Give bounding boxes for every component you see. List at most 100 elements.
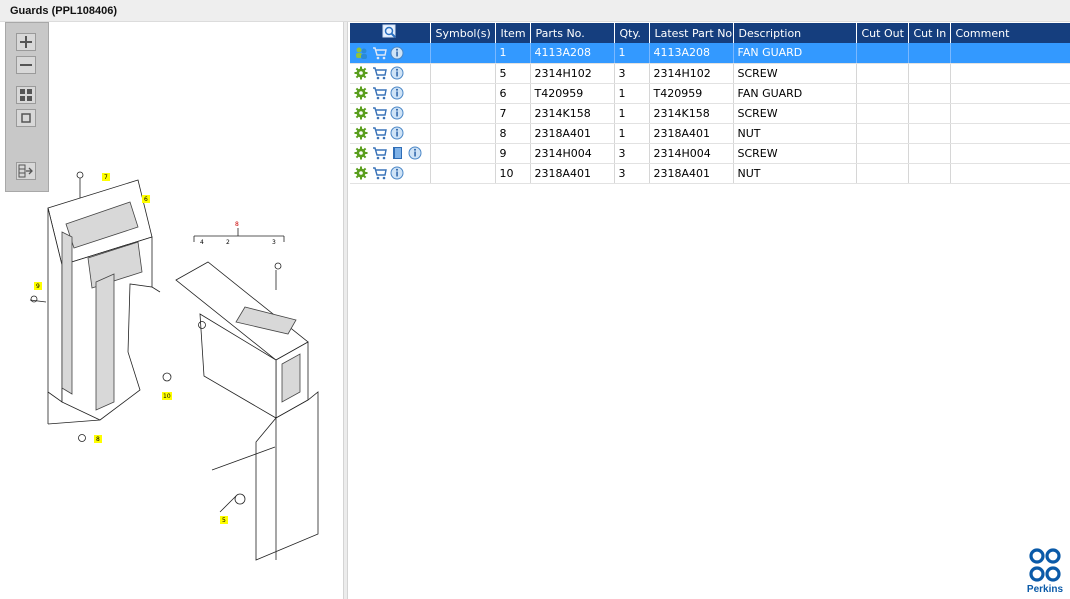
- description-cell[interactable]: FAN GUARD: [733, 83, 857, 104]
- cut-in-cell[interactable]: [908, 123, 951, 144]
- cut-out-cell[interactable]: [856, 123, 909, 144]
- table-row[interactable]: 5 2314H102 3 2314H102 SCREW: [350, 63, 1070, 84]
- cut-out-cell[interactable]: [856, 143, 909, 164]
- qty-cell[interactable]: 1: [614, 83, 650, 104]
- column-header-comment[interactable]: Comment: [950, 23, 1070, 43]
- comment-cell[interactable]: [950, 43, 1070, 64]
- info-icon[interactable]: [390, 86, 405, 100]
- callout-7[interactable]: 7: [104, 174, 108, 181]
- cut-out-cell[interactable]: [856, 63, 909, 84]
- cart-icon[interactable]: [372, 66, 387, 80]
- latest-part-no-cell[interactable]: 2314H102: [649, 63, 734, 84]
- item-cell[interactable]: 10: [495, 163, 531, 184]
- cut-out-cell[interactable]: [856, 103, 909, 124]
- users-icon[interactable]: [354, 46, 369, 60]
- column-header-cut-out[interactable]: Cut Out: [856, 23, 909, 43]
- gear-icon[interactable]: [354, 166, 369, 180]
- part-no-cell[interactable]: 2314H004: [530, 143, 615, 164]
- info-icon[interactable]: [390, 166, 405, 180]
- cut-in-cell[interactable]: [908, 143, 951, 164]
- part-no-cell[interactable]: 4113A208: [530, 43, 615, 64]
- cut-out-cell[interactable]: [856, 83, 909, 104]
- info-icon[interactable]: [390, 66, 405, 80]
- cut-out-cell[interactable]: [856, 43, 909, 64]
- book-icon[interactable]: [390, 146, 405, 160]
- description-cell[interactable]: SCREW: [733, 103, 857, 124]
- symbols-cell[interactable]: [430, 163, 496, 184]
- part-no-cell[interactable]: 2314K158: [530, 103, 615, 124]
- comment-cell[interactable]: [950, 123, 1070, 144]
- qty-cell[interactable]: 1: [614, 103, 650, 124]
- description-cell[interactable]: SCREW: [733, 63, 857, 84]
- table-row[interactable]: 6 T420959 1 T420959 FAN GUARD: [350, 83, 1070, 104]
- callout-6[interactable]: 6: [144, 196, 148, 203]
- latest-part-no-cell[interactable]: 2318A401: [649, 123, 734, 144]
- latest-part-no-cell[interactable]: 2314K158: [649, 103, 734, 124]
- info-icon[interactable]: [408, 146, 423, 160]
- cart-icon[interactable]: [372, 86, 387, 100]
- symbols-cell[interactable]: [430, 103, 496, 124]
- column-header-description[interactable]: Description: [733, 23, 857, 43]
- table-row[interactable]: 1 4113A208 1 4113A208 FAN GUARD: [350, 43, 1070, 64]
- comment-cell[interactable]: [950, 63, 1070, 84]
- column-header-parts-no[interactable]: Parts No.: [530, 23, 615, 43]
- qty-cell[interactable]: 1: [614, 43, 650, 64]
- part-no-cell[interactable]: T420959: [530, 83, 615, 104]
- symbols-cell[interactable]: [430, 43, 496, 64]
- item-cell[interactable]: 6: [495, 83, 531, 104]
- column-header-symbols[interactable]: Symbol(s): [430, 23, 496, 43]
- callout-8[interactable]: 8: [96, 436, 100, 443]
- cut-in-cell[interactable]: [908, 103, 951, 124]
- zoom-in-button[interactable]: [16, 33, 36, 51]
- symbols-cell[interactable]: [430, 63, 496, 84]
- latest-part-no-cell[interactable]: 2314H004: [649, 143, 734, 164]
- table-row[interactable]: 7 2314K158 1 2314K158 SCREW: [350, 103, 1070, 124]
- callout-10[interactable]: 10: [163, 393, 171, 400]
- column-header-latest-part-no[interactable]: Latest Part No.: [649, 23, 734, 43]
- gear-icon[interactable]: [354, 106, 369, 120]
- cart-icon[interactable]: [372, 166, 387, 180]
- group-label-8[interactable]: 8: [235, 221, 239, 228]
- fit-window-button[interactable]: [16, 109, 36, 127]
- gear-icon[interactable]: [354, 126, 369, 140]
- latest-part-no-cell[interactable]: 4113A208: [649, 43, 734, 64]
- description-cell[interactable]: SCREW: [733, 143, 857, 164]
- symbols-cell[interactable]: [430, 83, 496, 104]
- part-no-cell[interactable]: 2318A401: [530, 123, 615, 144]
- column-header-cut-in[interactable]: Cut In: [908, 23, 951, 43]
- callout-9[interactable]: 9: [36, 283, 40, 290]
- cart-icon[interactable]: [372, 126, 387, 140]
- qty-cell[interactable]: 3: [614, 163, 650, 184]
- description-cell[interactable]: NUT: [733, 163, 857, 184]
- part-no-cell[interactable]: 2318A401: [530, 163, 615, 184]
- item-cell[interactable]: 7: [495, 103, 531, 124]
- qty-cell[interactable]: 1: [614, 123, 650, 144]
- gear-icon[interactable]: [354, 146, 369, 160]
- item-cell[interactable]: 8: [495, 123, 531, 144]
- column-header-item[interactable]: Item: [495, 23, 531, 43]
- symbols-cell[interactable]: [430, 143, 496, 164]
- latest-part-no-cell[interactable]: 2318A401: [649, 163, 734, 184]
- cut-in-cell[interactable]: [908, 163, 951, 184]
- item-cell[interactable]: 9: [495, 143, 531, 164]
- cut-in-cell[interactable]: [908, 43, 951, 64]
- info-icon[interactable]: [390, 126, 405, 140]
- table-row[interactable]: 10 2318A401 3 2318A401 NUT: [350, 163, 1070, 184]
- symbols-cell[interactable]: [430, 123, 496, 144]
- cut-in-cell[interactable]: [908, 83, 951, 104]
- cart-icon[interactable]: [372, 106, 387, 120]
- cart-icon[interactable]: [372, 46, 387, 60]
- illustration-pane[interactable]: 7 6 9 10 8 5 4 2 3 8: [0, 22, 343, 599]
- part-no-cell[interactable]: 2314H102: [530, 63, 615, 84]
- table-row[interactable]: 8 2318A401 1 2318A401 NUT: [350, 123, 1070, 144]
- column-header-icons[interactable]: [350, 23, 431, 43]
- item-cell[interactable]: 1: [495, 43, 531, 64]
- table-row[interactable]: 9 2314H004 3 2314H004 SCREW: [350, 143, 1070, 164]
- export-button[interactable]: [16, 162, 36, 180]
- gear-icon[interactable]: [354, 86, 369, 100]
- comment-cell[interactable]: [950, 103, 1070, 124]
- qty-cell[interactable]: 3: [614, 63, 650, 84]
- qty-cell[interactable]: 3: [614, 143, 650, 164]
- cut-out-cell[interactable]: [856, 163, 909, 184]
- description-cell[interactable]: NUT: [733, 123, 857, 144]
